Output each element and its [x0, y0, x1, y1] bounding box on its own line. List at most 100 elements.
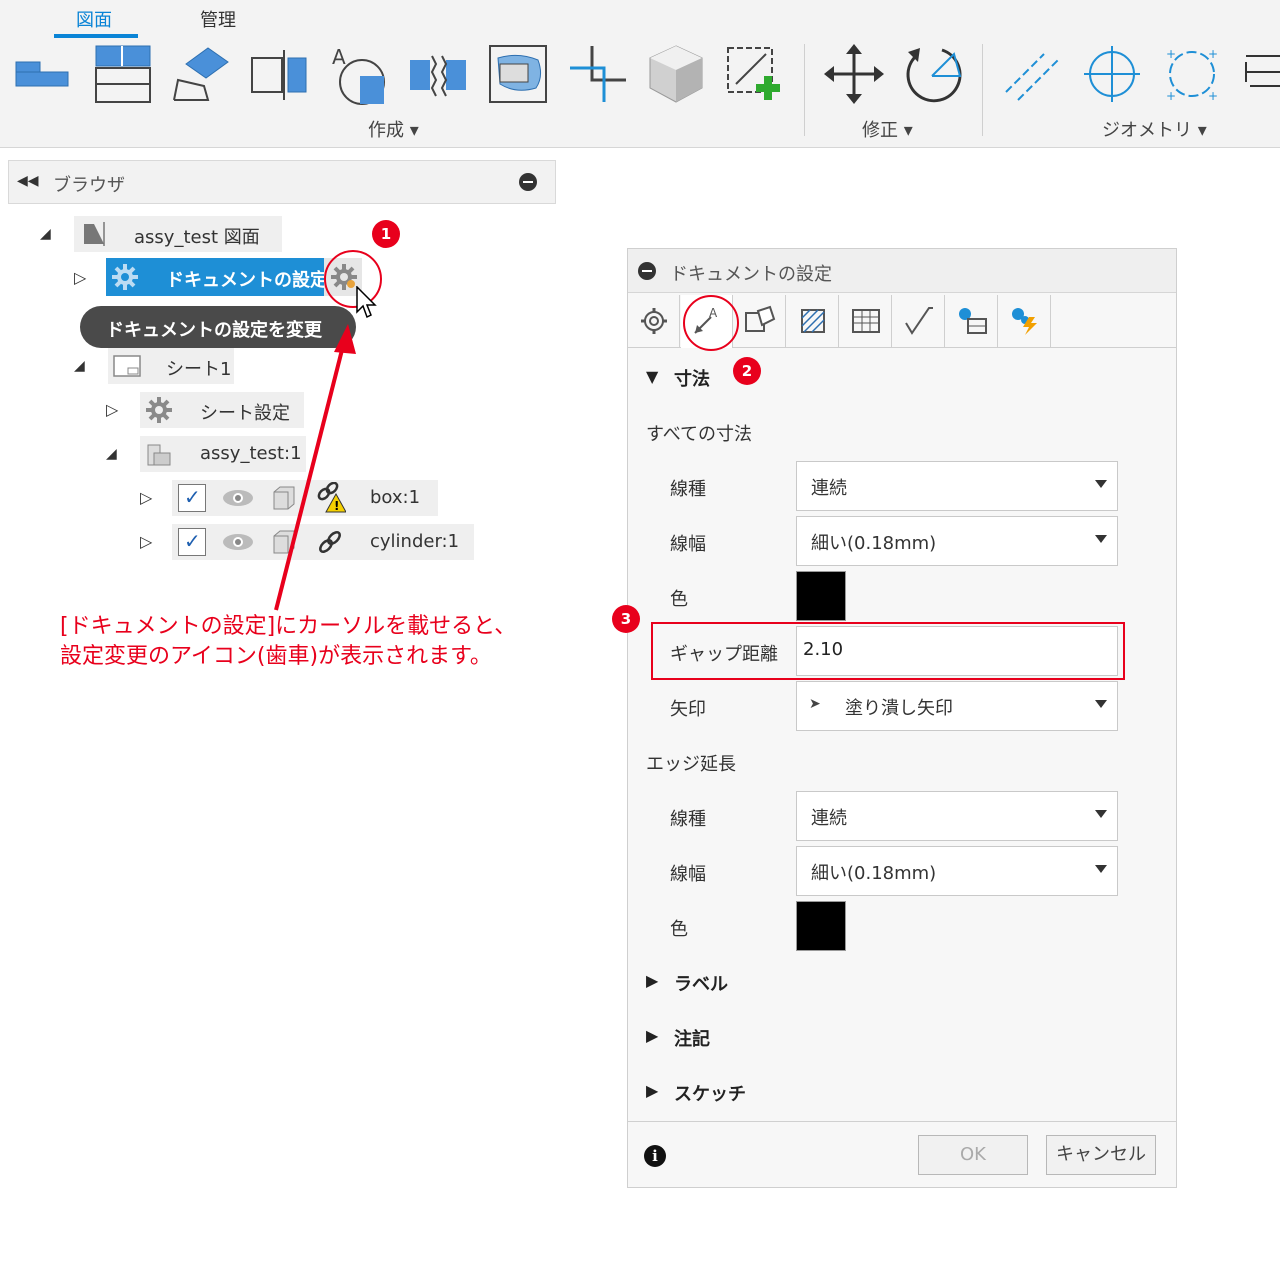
table-icon: [852, 309, 880, 333]
geometry-group-label[interactable]: ジオメトリ ▾: [1102, 116, 1207, 142]
section-view-icon[interactable]: [248, 42, 312, 106]
edge-line-width-select[interactable]: 細い(0.18mm): [796, 846, 1118, 896]
sketch-view-icon[interactable]: [722, 42, 786, 106]
tree-expander-root[interactable]: ◢: [40, 226, 51, 242]
svg-text:A: A: [332, 45, 346, 69]
sheet-label: シート1: [166, 359, 232, 380]
section-expanded-icon[interactable]: ▼: [646, 367, 658, 386]
tab-table[interactable]: [840, 295, 892, 347]
annotation-arrow: [274, 324, 356, 611]
crop-view-icon[interactable]: [566, 42, 630, 106]
annotation-badge-2: 2: [733, 357, 761, 385]
arrow-select[interactable]: ➤ 塗り潰し矢印: [796, 681, 1118, 731]
tab-automation[interactable]: [999, 295, 1051, 347]
color-label: 色: [670, 589, 688, 610]
mouse-cursor-icon: [356, 286, 377, 319]
visibility-checkbox[interactable]: ✓: [178, 528, 206, 556]
dialog-title: ドキュメントの設定: [670, 264, 832, 285]
chevron-down-icon: [1095, 480, 1107, 488]
document-settings-label: ドキュメントの設定: [166, 270, 328, 291]
gap-highlight-box: [651, 622, 1125, 680]
eye-icon[interactable]: [222, 488, 254, 508]
detail-view-icon[interactable]: A: [326, 42, 390, 106]
edge-line-type-label: 線種: [670, 809, 706, 830]
component-label: box:1: [370, 487, 421, 508]
view-icon: [745, 305, 776, 332]
edge-line-width-value: 細い(0.18mm): [811, 863, 937, 884]
edge-extension-icon[interactable]: [1236, 42, 1280, 106]
dialog-minimize-icon[interactable]: [638, 262, 656, 280]
visibility-checkbox[interactable]: ✓: [178, 484, 206, 512]
annotation-badge-3: 3: [612, 605, 640, 633]
color-swatch[interactable]: [796, 571, 846, 621]
section-collapsed-icon[interactable]: ▶: [646, 971, 658, 990]
line-type-select[interactable]: 連続: [796, 461, 1118, 511]
tree-expander-document-settings[interactable]: ▷: [74, 268, 86, 287]
collapse-panel-icon[interactable]: ◀◀: [17, 173, 39, 189]
cancel-button[interactable]: キャンセル: [1046, 1135, 1156, 1175]
sheet-icon: [113, 355, 141, 377]
tree-expander-sheet[interactable]: ◢: [74, 358, 85, 374]
edge-line-type-value: 連続: [811, 808, 847, 829]
move-icon[interactable]: [822, 42, 886, 106]
sketch-section-title[interactable]: スケッチ: [674, 1080, 746, 1106]
break-out-icon[interactable]: [486, 42, 550, 106]
tree-node-document-settings[interactable]: ドキュメントの設定: [106, 258, 328, 296]
browser-minimize-icon[interactable]: [519, 173, 537, 191]
svg-text:+: +: [1166, 47, 1176, 61]
lightning-gear-icon: [1012, 308, 1037, 335]
modify-group-label[interactable]: 修正 ▾: [862, 116, 913, 142]
center-mark-pattern-icon[interactable]: + + + +: [1160, 42, 1224, 106]
drawing-icon: [84, 222, 105, 246]
edge-line-type-select[interactable]: 連続: [796, 791, 1118, 841]
note-section-title[interactable]: 注記: [674, 1025, 710, 1051]
rotate-icon[interactable]: [902, 42, 966, 106]
tab-symbols[interactable]: [893, 295, 945, 347]
tab-general[interactable]: [628, 295, 680, 347]
svg-text:+: +: [1166, 89, 1176, 103]
tree-expander-assembly[interactable]: ◢: [106, 446, 117, 462]
group-divider: [982, 44, 983, 136]
dialog-header: ドキュメントの設定: [628, 249, 1176, 293]
section-collapsed-icon[interactable]: ▶: [646, 1026, 658, 1045]
tree-node-root[interactable]: assy_test 図面: [74, 216, 282, 252]
tab-hatch[interactable]: [787, 295, 839, 347]
ok-button[interactable]: OK: [918, 1135, 1028, 1175]
create-group-label[interactable]: 作成 ▾: [368, 116, 419, 142]
gear-icon: [112, 264, 138, 290]
annotation-line-1: [ドキュメントの設定]にカーソルを載せると、: [60, 614, 517, 639]
projected-view-icon[interactable]: [90, 42, 154, 106]
tab-manage[interactable]: 管理: [200, 6, 236, 32]
annotation-badge-1: 1: [372, 220, 400, 248]
tab-views[interactable]: [734, 295, 786, 347]
line-width-select[interactable]: 細い(0.18mm): [796, 516, 1118, 566]
center-mark-icon[interactable]: [1080, 42, 1144, 106]
section-collapsed-icon[interactable]: ▶: [646, 1081, 658, 1100]
shaded-view-icon[interactable]: [644, 42, 708, 106]
tree-node-sheet[interactable]: シート1: [108, 348, 234, 384]
label-section-title[interactable]: ラベル: [674, 970, 728, 996]
gear-icon: [641, 308, 667, 334]
info-icon[interactable]: i: [644, 1145, 666, 1167]
edge-color-swatch[interactable]: [796, 901, 846, 951]
dimension-section-title[interactable]: 寸法: [674, 365, 710, 391]
chevron-down-icon: [1095, 865, 1107, 873]
auxiliary-view-icon[interactable]: [168, 42, 232, 106]
tree-expander-cylinder[interactable]: ▷: [140, 532, 152, 551]
gear-icon: [146, 397, 172, 423]
tree-expander-sheet-settings[interactable]: ▷: [106, 400, 118, 419]
tab-bom[interactable]: [946, 295, 998, 347]
break-view-icon[interactable]: [406, 42, 470, 106]
eye-icon[interactable]: [222, 532, 254, 552]
document-settings-dialog: ドキュメントの設定 A 2 ▼ 寸法 すべての寸法 線種 連続 線幅 細い(0.…: [612, 248, 1177, 1188]
centerline-icon[interactable]: [1000, 42, 1064, 106]
line-width-label: 線幅: [670, 534, 706, 555]
arrow-label: 矢印: [670, 699, 706, 720]
base-view-icon[interactable]: [10, 42, 74, 106]
edge-line-width-label: 線幅: [670, 864, 706, 885]
tab-drawing[interactable]: 図面: [76, 6, 112, 32]
tree-expander-box[interactable]: ▷: [140, 488, 152, 507]
arrow-value: 塗り潰し矢印: [845, 698, 953, 719]
group-divider: [804, 44, 805, 136]
chevron-down-icon: [1095, 700, 1107, 708]
